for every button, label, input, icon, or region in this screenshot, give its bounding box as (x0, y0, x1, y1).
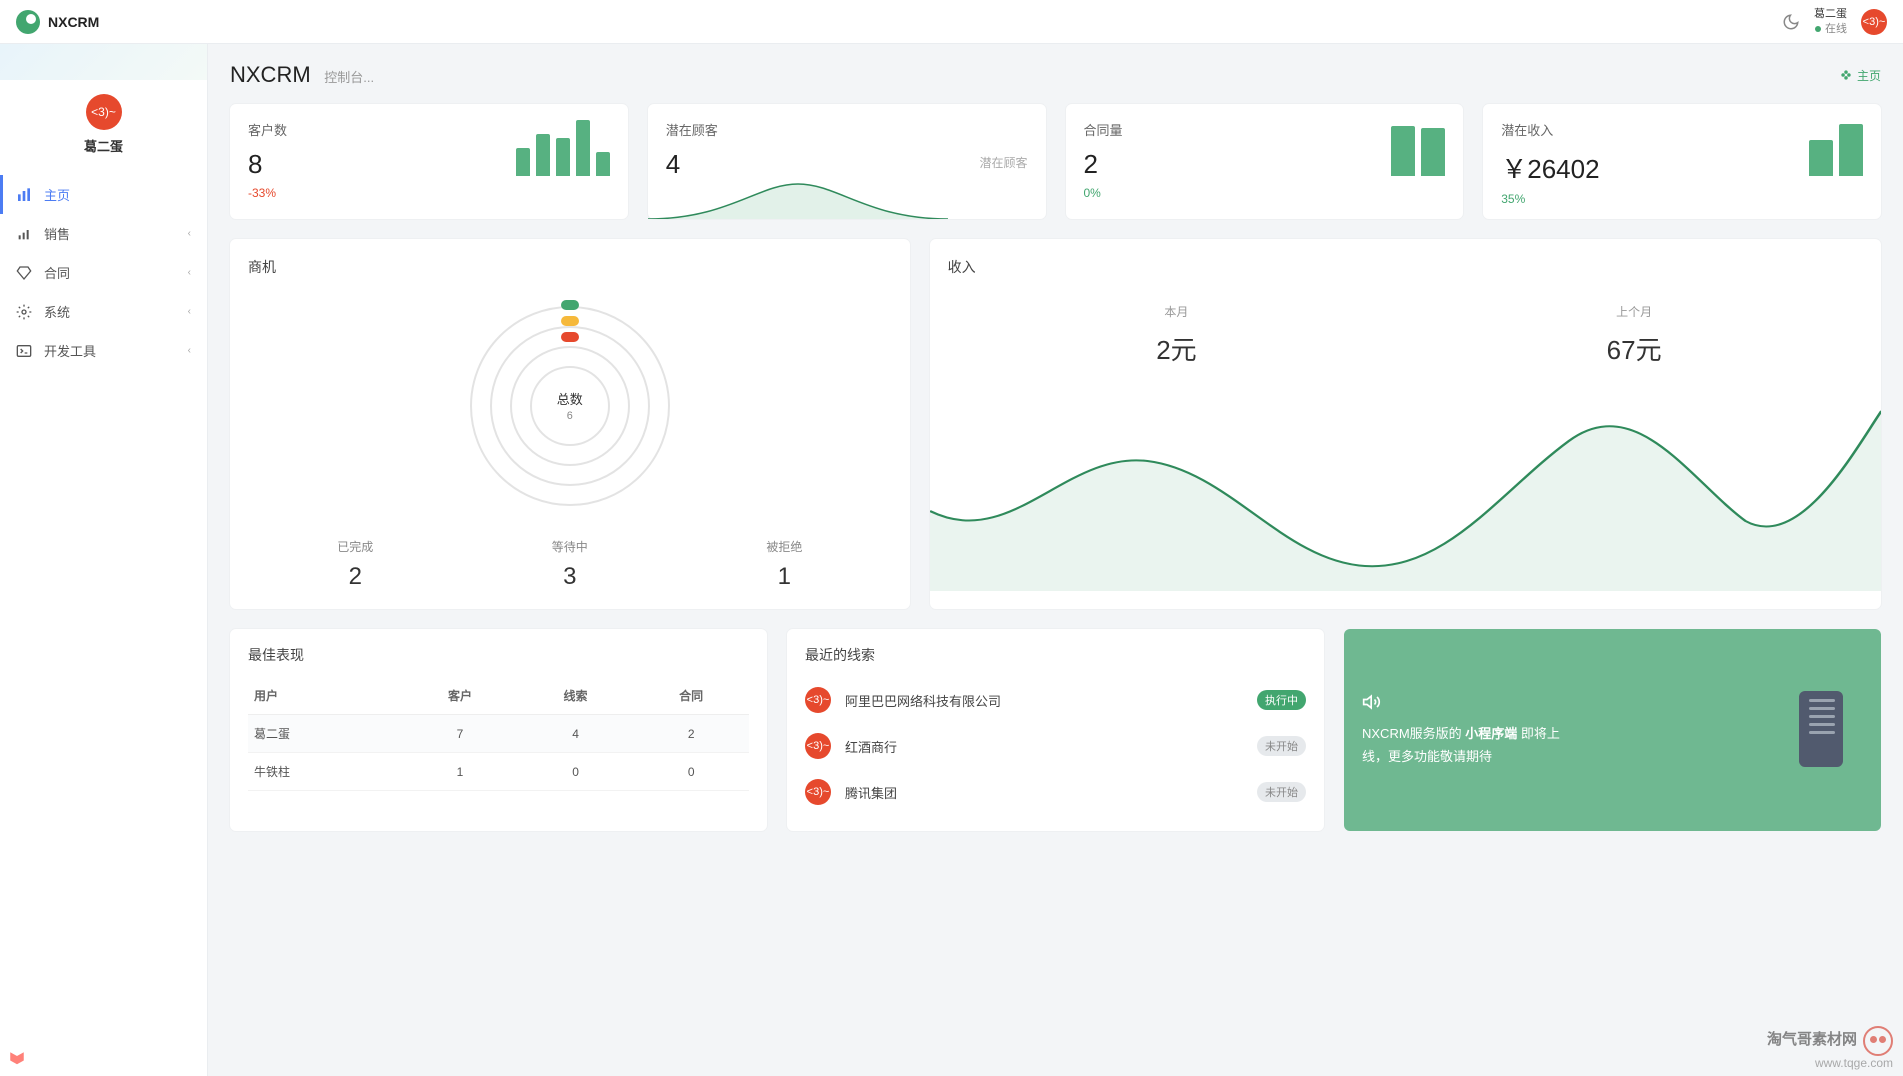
main-content: NXCRM 控制台... 主页 客户数 8 -33% 潜在顾客 4 潜在顾客 合… (208, 44, 1903, 1076)
radial-center-value: 6 (567, 410, 573, 422)
logo[interactable]: NXCRM (16, 10, 99, 34)
lead-row[interactable]: <3)~ 腾讯集团 未开始 (805, 769, 1306, 815)
header-username: 葛二蛋 (1814, 7, 1847, 21)
dashboard-icon (1839, 68, 1853, 82)
leads-title: 最近的线索 (805, 645, 1306, 665)
logo-icon (16, 10, 40, 34)
best-table-card: 最佳表现 用户客户线索合同 葛二蛋742牛铁柱100 (230, 629, 767, 831)
sidebar: <3)~ 葛二蛋 主页销售‹合同‹系统‹开发工具‹ (0, 44, 208, 1076)
promo-illustration (1753, 685, 1863, 775)
diamond-icon (16, 265, 32, 281)
sidebar-item-系统[interactable]: 系统‹ (0, 292, 207, 331)
spark-area-icon (648, 179, 948, 219)
revenue-card: 收入 本月2元上个月67元 (930, 239, 1881, 609)
chevron-left-icon: ‹ (188, 228, 191, 239)
lead-row[interactable]: <3)~ 红酒商行 未开始 (805, 723, 1306, 769)
opp-stat: 等待中3 (463, 538, 678, 591)
leads-card: 最近的线索 <3)~ 阿里巴巴网络科技有限公司 执行中<3)~ 红酒商行 未开始… (787, 629, 1324, 831)
lead-avatar: <3)~ (805, 733, 831, 759)
table-header: 线索 (518, 677, 634, 715)
chevron-left-icon: ‹ (188, 306, 191, 317)
table-row[interactable]: 葛二蛋742 (248, 715, 749, 753)
sidebar-item-合同[interactable]: 合同‹ (0, 253, 207, 292)
status-dot-icon (1815, 26, 1821, 32)
revenue-col: 上个月67元 (1405, 303, 1863, 367)
kpi-card-合同量[interactable]: 合同量 2 0% (1066, 104, 1464, 219)
terminal-icon (16, 343, 32, 359)
status-badge: 执行中 (1257, 690, 1306, 710)
sidebar-item-主页[interactable]: 主页 (0, 175, 207, 214)
status-badge: 未开始 (1257, 736, 1306, 756)
opp-stat: 被拒绝1 (677, 538, 892, 591)
radial-chart: 总数 6 (470, 306, 670, 506)
status-badge: 未开始 (1257, 782, 1306, 802)
spark-bars-icon (516, 120, 610, 176)
best-table: 用户客户线索合同 葛二蛋742牛铁柱100 (248, 677, 749, 791)
revenue-col: 本月2元 (948, 303, 1406, 367)
lead-avatar: <3)~ (805, 779, 831, 805)
sidebar-username: 葛二蛋 (0, 136, 207, 155)
page-title: NXCRM (230, 62, 311, 87)
radial-center-label: 总数 (557, 389, 583, 408)
spark-bars-icon (1391, 120, 1445, 176)
opportunity-title: 商机 (248, 257, 892, 277)
kpi-row: 客户数 8 -33% 潜在顾客 4 潜在顾客 合同量 2 0% 潜在收入 ￥26… (230, 104, 1881, 219)
sidebar-avatar[interactable]: <3)~ (86, 94, 122, 130)
lead-avatar: <3)~ (805, 687, 831, 713)
table-row[interactable]: 牛铁柱100 (248, 753, 749, 791)
sidebar-item-销售[interactable]: 销售‹ (0, 214, 207, 253)
revenue-area-chart (930, 391, 1881, 591)
speaker-icon (1362, 692, 1382, 712)
dark-mode-icon[interactable] (1782, 13, 1800, 31)
table-header: 用户 (248, 677, 402, 715)
chevron-left-icon: ‹ (188, 267, 191, 278)
kpi-card-客户数[interactable]: 客户数 8 -33% (230, 104, 628, 219)
revenue-title: 收入 (948, 257, 1863, 277)
kpi-card-潜在收入[interactable]: 潜在收入 ￥26402 35% (1483, 104, 1881, 219)
chart-icon (16, 226, 32, 242)
breadcrumb-home[interactable]: 主页 (1839, 67, 1881, 84)
opportunity-card: 商机 总数 6 已完成2等待 (230, 239, 910, 609)
header-user-meta[interactable]: 葛二蛋 在线 (1814, 7, 1847, 36)
promo-text: NXCRM服务版的 小程序端 即将上线，更多功能敬请期待 (1362, 722, 1562, 769)
top-header: NXCRM 葛二蛋 在线 <3)~ (0, 0, 1903, 44)
kpi-card-潜在顾客[interactable]: 潜在顾客 4 潜在顾客 (648, 104, 1046, 219)
table-header: 合同 (633, 677, 749, 715)
sidebar-nav: 主页销售‹合同‹系统‹开发工具‹ (0, 175, 207, 370)
chevron-left-icon: ‹ (188, 345, 191, 356)
bars-icon (16, 187, 32, 203)
header-status: 在线 (1825, 22, 1847, 36)
promo-card[interactable]: NXCRM服务版的 小程序端 即将上线，更多功能敬请期待 (1344, 629, 1881, 831)
best-table-title: 最佳表现 (248, 645, 749, 665)
spark-bars-icon (1809, 120, 1863, 176)
page-header: NXCRM 控制台... 主页 (230, 62, 1881, 88)
header-avatar[interactable]: <3)~ (1861, 9, 1887, 35)
lead-row[interactable]: <3)~ 阿里巴巴网络科技有限公司 执行中 (805, 677, 1306, 723)
laravel-icon (8, 1050, 26, 1068)
table-header: 客户 (402, 677, 518, 715)
page-subtitle: 控制台... (324, 70, 374, 85)
gear-icon (16, 304, 32, 320)
opp-stat: 已完成2 (248, 538, 463, 591)
brand-name: NXCRM (48, 14, 99, 30)
sidebar-item-开发工具[interactable]: 开发工具‹ (0, 331, 207, 370)
sidebar-decor (0, 44, 207, 80)
